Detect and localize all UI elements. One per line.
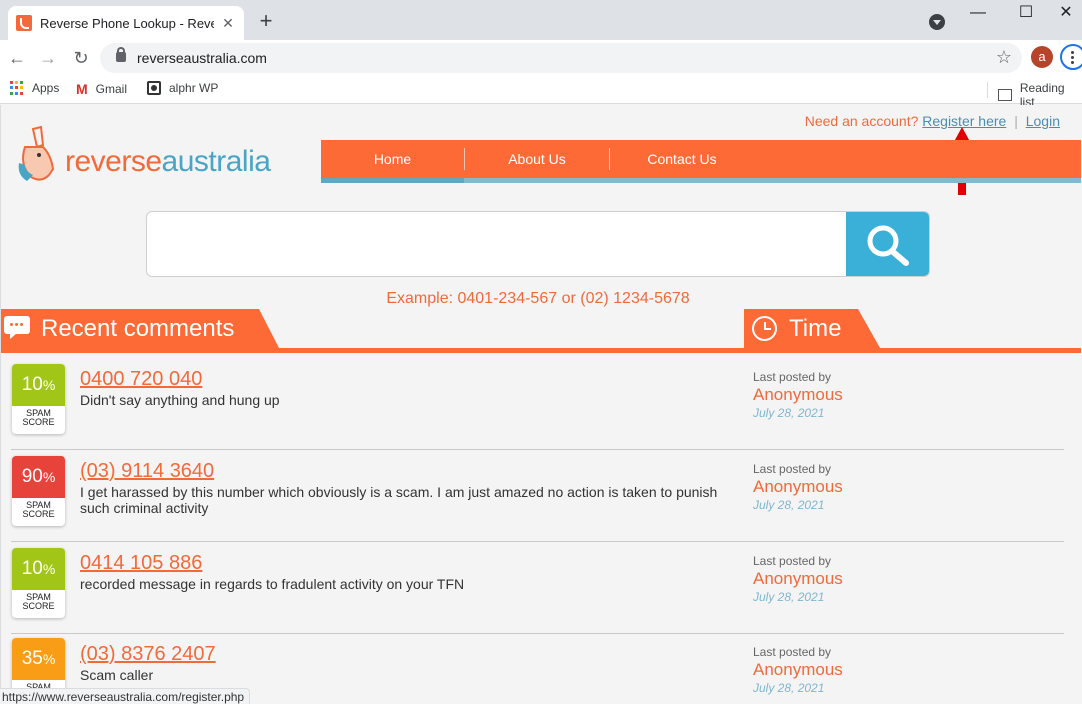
lock-icon[interactable] <box>116 47 126 62</box>
comment-author: Anonymous <box>753 477 843 496</box>
browser-menu-icon[interactable] <box>1060 44 1082 70</box>
apps-grid-icon <box>10 81 24 95</box>
phone-number-link[interactable]: 0414 105 886 <box>80 552 202 575</box>
list-item: 10% SPAM SCORE 0414 105 886 recorded mess… <box>1 542 1082 634</box>
search-icon <box>867 225 909 266</box>
tab-search-icon[interactable] <box>929 14 945 30</box>
site-favicon-icon <box>16 15 32 31</box>
bookmarks-bar: Apps M Gmail alphr WP Reading list <box>0 76 1082 109</box>
address-bar[interactable]: reverseaustralia.com ☆ <box>100 43 1022 73</box>
close-window-button[interactable]: ✕ <box>1050 2 1082 30</box>
nav-home[interactable]: Home <box>321 140 464 183</box>
browser-titlebar: Reverse Phone Lookup - Reverse ✕ + — ☐ ✕ <box>0 0 1082 40</box>
recent-comments-header: Recent comments <box>1 309 279 348</box>
clock-icon <box>752 316 777 341</box>
comment-date: July 28, 2021 <box>753 681 825 695</box>
site-logo[interactable]: reverseaustralia <box>15 125 275 187</box>
nav-contact-us[interactable]: Contact Us <box>610 140 754 178</box>
list-item: 90% SPAM SCORE (03) 9114 3640 I get haras… <box>1 450 1082 542</box>
kangaroo-phone-icon <box>18 125 55 181</box>
login-link[interactable]: Login <box>1026 113 1060 129</box>
phone-number-link[interactable]: 0400 720 040 <box>80 368 202 391</box>
bookmark-star-icon[interactable]: ☆ <box>996 47 1012 68</box>
tab-close-icon[interactable]: ✕ <box>220 15 236 32</box>
comment-text: Scam caller <box>80 667 154 683</box>
url-text[interactable]: reverseaustralia.com <box>137 50 267 66</box>
maximize-button[interactable]: ☐ <box>1003 2 1049 30</box>
spam-score-value: 90% <box>12 456 65 498</box>
profile-avatar[interactable]: a <box>1031 46 1053 68</box>
search-button[interactable] <box>846 212 929 276</box>
spam-score-badge: 90% SPAM SCORE <box>12 456 65 526</box>
account-prompt: Need an account? <box>804 113 919 129</box>
gmail-icon: M <box>76 81 88 97</box>
spam-score-label: SPAMSCORE <box>22 408 55 427</box>
comment-text: recorded message in regards to fradulent… <box>80 576 465 592</box>
phone-number-link[interactable]: (03) 8376 2407 <box>80 643 216 666</box>
nav-about-us[interactable]: About Us <box>465 140 609 178</box>
reload-icon[interactable]: ↻ <box>68 45 94 71</box>
tab-title: Reverse Phone Lookup - Reverse <box>40 15 214 31</box>
spam-score-label: SPAMSCORE <box>22 592 55 611</box>
phone-search-box <box>146 211 930 277</box>
comment-date: July 28, 2021 <box>753 590 825 604</box>
spam-score-value: 10% <box>12 364 65 406</box>
section-header-bar: Recent comments Time <box>1 309 1081 353</box>
back-icon[interactable]: ← <box>4 45 30 71</box>
comment-bubble-icon <box>4 316 30 339</box>
posted-by-label: Last posted by <box>753 462 832 476</box>
time-title: Time <box>789 315 842 342</box>
posted-by-label: Last posted by <box>753 645 832 659</box>
spam-score-label: SPAMSCORE <box>22 500 55 519</box>
comment-author: Anonymous <box>753 569 843 588</box>
account-links: Need an account? Register here | Login <box>805 113 1060 129</box>
bookmark-alphr[interactable]: alphr WP <box>147 81 218 95</box>
posted-by-label: Last posted by <box>753 370 832 384</box>
time-header: Time <box>744 309 880 348</box>
link-separator: | <box>1014 113 1018 129</box>
bookmark-gmail[interactable]: M Gmail <box>76 81 127 97</box>
comment-text: Didn't say anything and hung up <box>80 392 280 408</box>
comment-author: Anonymous <box>753 660 843 679</box>
browser-toolbar: ← → ↻ reverseaustralia.com ☆ a <box>0 40 1082 76</box>
alphr-icon <box>147 81 161 95</box>
spam-score-value: 35% <box>12 638 65 680</box>
search-example: Example: 0401-234-567 or (02) 1234-5678 <box>386 290 690 307</box>
phone-number-link[interactable]: (03) 9114 3640 <box>80 460 214 483</box>
minimize-button[interactable]: — <box>955 2 1001 30</box>
list-item: 10% SPAM SCORE 0400 720 040 Didn't say an… <box>1 358 1082 450</box>
logo-text: reverseaustralia <box>65 145 271 178</box>
reading-list-icon <box>998 89 1012 101</box>
spam-score-value: 10% <box>12 548 65 590</box>
comment-author: Anonymous <box>753 385 843 404</box>
spam-score-badge: 10% SPAM SCORE <box>12 364 65 434</box>
forward-icon[interactable]: → <box>35 45 61 71</box>
new-tab-button[interactable]: + <box>254 9 278 33</box>
recent-comments-title: Recent comments <box>41 315 235 342</box>
web-page: reverseaustralia Need an account? Regist… <box>0 105 1082 704</box>
comment-date: July 28, 2021 <box>753 406 825 420</box>
phone-search-input[interactable] <box>147 212 847 276</box>
comment-text: I get harassed by this number which obvi… <box>80 484 718 516</box>
main-nav: Home About Us Contact Us <box>321 140 1081 183</box>
bookmark-apps[interactable]: Apps <box>10 81 59 95</box>
posted-by-label: Last posted by <box>753 554 832 568</box>
spam-score-badge: 10% SPAM SCORE <box>12 548 65 618</box>
status-bar-url: https://www.reverseaustralia.com/registe… <box>0 688 250 704</box>
comment-date: July 28, 2021 <box>753 498 825 512</box>
browser-tab[interactable]: Reverse Phone Lookup - Reverse ✕ <box>8 6 244 40</box>
divider <box>987 82 988 98</box>
